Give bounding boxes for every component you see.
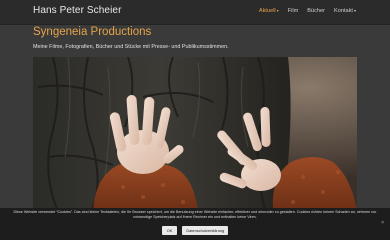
cookie-actions: OK Datenschutzerklärung <box>0 226 390 235</box>
site-brand[interactable]: Hans Peter Scheier <box>33 5 122 16</box>
nav-item-label: Bücher <box>307 8 325 14</box>
nav-item-label: Kontakt <box>334 8 353 14</box>
nav-item-label: Film <box>287 8 299 14</box>
cookie-banner: Diese Website verwendet "Cookies". Das s… <box>0 208 390 240</box>
nav-item-aktuell[interactable]: Aktuell▾ <box>258 7 279 15</box>
page-title: Syngeneia Productions <box>33 26 152 38</box>
main-nav: Aktuell▾ Film Bücher Kontakt▾ <box>258 7 356 15</box>
nav-item-label: Aktuell <box>258 8 276 14</box>
nav-item-film[interactable]: Film <box>288 8 299 14</box>
top-navbar: Hans Peter Scheier Aktuell▾ Film Bücher … <box>0 0 390 25</box>
chevron-down-icon: ▾ <box>276 7 279 13</box>
cookie-notice-text: Diese Website verwendet "Cookies". Das s… <box>13 210 377 219</box>
cookie-ok-button[interactable]: OK <box>161 226 178 235</box>
close-icon[interactable]: × <box>381 220 384 226</box>
photo-hands-on-tree-bark-icon <box>33 57 357 211</box>
hero-image <box>33 57 357 211</box>
chevron-down-icon: ▾ <box>353 7 356 13</box>
privacy-policy-button[interactable]: Datenschutzerklärung <box>182 226 229 235</box>
page-subtitle: Meine Filme, Fotografien, Bücher und Stü… <box>33 44 229 50</box>
nav-item-buecher[interactable]: Bücher <box>307 8 325 14</box>
nav-item-kontakt[interactable]: Kontakt▾ <box>334 7 356 15</box>
